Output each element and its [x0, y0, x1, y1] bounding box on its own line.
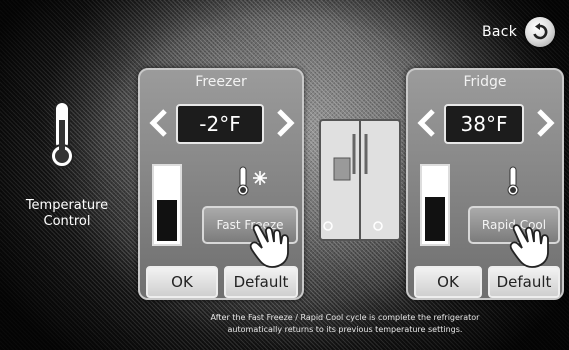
- fridge-level-fill: [425, 197, 445, 241]
- freezer-thermometer-icon: [237, 166, 249, 196]
- back-label: Back: [482, 24, 518, 40]
- cycle-info-note: After the Fast Freeze / Rapid Cool cycle…: [150, 312, 540, 336]
- freezer-increase-arrow-icon[interactable]: [274, 108, 296, 138]
- fridge-default-button[interactable]: Default: [488, 266, 560, 298]
- freezer-temperature-display: -2°F: [176, 104, 264, 144]
- fridge-temperature-display: 38°F: [444, 104, 524, 144]
- snowflake-icon: [253, 171, 267, 185]
- freezer-level-fill: [157, 200, 177, 241]
- thermometer-icon: [50, 101, 74, 168]
- fridge-decrease-arrow-icon[interactable]: [416, 108, 438, 138]
- screen: Back Temperature Control Freezer -2°F Fa…: [0, 0, 569, 350]
- refrigerator-image: [319, 119, 401, 241]
- back-arrow-icon: [525, 17, 556, 47]
- fridge-thermometer-icon: [507, 166, 519, 196]
- temperature-control-label: Temperature Control: [8, 198, 126, 230]
- freezer-default-button[interactable]: Default: [224, 266, 298, 298]
- fast-freeze-button[interactable]: Fast Freeze: [202, 206, 298, 244]
- label-line-1: Temperature: [25, 198, 109, 213]
- note-line-2: automatically returns to its previous te…: [227, 325, 463, 334]
- freezer-panel: Freezer -2°F Fast Freeze OK Default: [138, 68, 304, 300]
- freezer-ok-button[interactable]: OK: [146, 266, 218, 298]
- freezer-title: Freezer: [195, 74, 247, 90]
- fridge-title: Fridge: [463, 74, 507, 90]
- rapid-cool-button[interactable]: Rapid Cool: [468, 206, 560, 244]
- note-line-1: After the Fast Freeze / Rapid Cool cycle…: [210, 313, 480, 322]
- fridge-panel: Fridge 38°F Rapid Cool OK Default: [406, 68, 564, 300]
- freezer-decrease-arrow-icon[interactable]: [148, 108, 170, 138]
- label-line-2: Control: [43, 214, 91, 229]
- back-button[interactable]: Back: [482, 17, 556, 47]
- fridge-increase-arrow-icon[interactable]: [534, 108, 556, 138]
- fridge-level-bar: [420, 164, 450, 246]
- freezer-level-bar: [152, 164, 182, 246]
- fridge-ok-button[interactable]: OK: [414, 266, 482, 298]
